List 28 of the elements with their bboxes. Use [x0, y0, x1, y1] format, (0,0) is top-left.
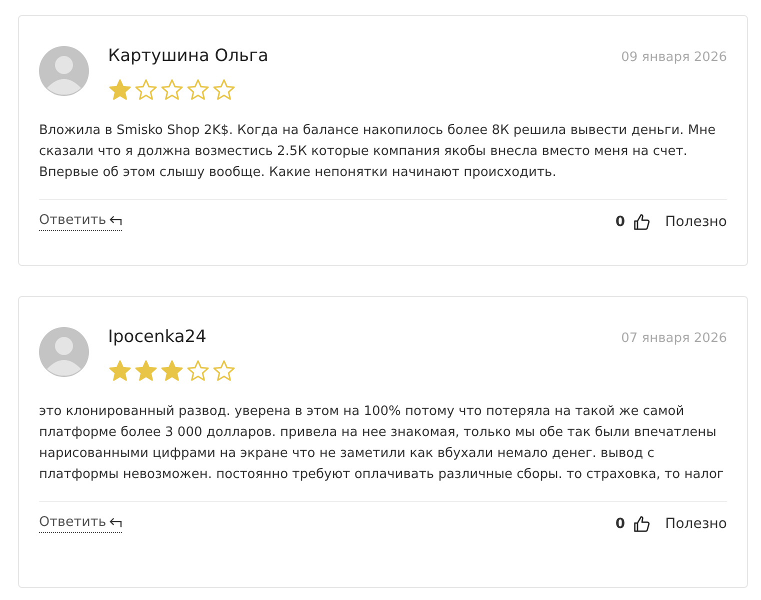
star-icon	[134, 78, 158, 102]
review-date: 07 января 2026	[621, 331, 727, 346]
star-icon	[186, 359, 210, 383]
helpful-label[interactable]: Полезно	[665, 214, 727, 230]
star-icon	[212, 359, 236, 383]
avatar-icon	[39, 46, 89, 96]
like-count: 0	[615, 516, 626, 532]
star-icon	[186, 78, 210, 102]
review-text: это клонированный развод. уверена в этом на 100% потому что потеряла на такой же самой платформе более 3 000 долларов. привела на нее знакомая, только мы обе так были впечатлены нарисованными цифрами на экране что не заметили как вбухали немало денег. вывод с платформы невозможен. постоянно требуют оплачивать различные сборы. то страховка, то налог	[39, 403, 725, 484]
reply-link[interactable]: Ответить	[39, 212, 122, 231]
star-icon	[108, 78, 132, 102]
like-count: 0	[615, 214, 626, 230]
author-name: Картушина Ольга	[108, 46, 268, 66]
reply-link[interactable]: Ответить	[39, 514, 122, 533]
reply-arrow-icon	[109, 516, 122, 528]
author-name: Ipocenka24	[108, 327, 206, 347]
star-icon	[212, 78, 236, 102]
star-icon	[160, 78, 184, 102]
star-icon	[134, 359, 158, 383]
thumbs-up-icon[interactable]	[633, 212, 652, 230]
star-icon	[160, 359, 184, 383]
review-text: Вложила в Smisko Shop 2K$. Когда на балансе накопилось более 8К решила вывести деньги. Мне сказали что я должна возместись 2.5К которые компания якобы внесла вместо меня на счет. Впервые об этом слышу вообще. Какие непонятки начинают происходить.	[39, 122, 717, 182]
thumbs-up-icon[interactable]	[633, 514, 652, 532]
review-date: 09 января 2026	[621, 50, 727, 65]
avatar-icon	[39, 327, 89, 377]
helpful-label[interactable]: Полезно	[665, 516, 727, 532]
reply-arrow-icon	[109, 214, 122, 226]
star-icon	[108, 359, 132, 383]
